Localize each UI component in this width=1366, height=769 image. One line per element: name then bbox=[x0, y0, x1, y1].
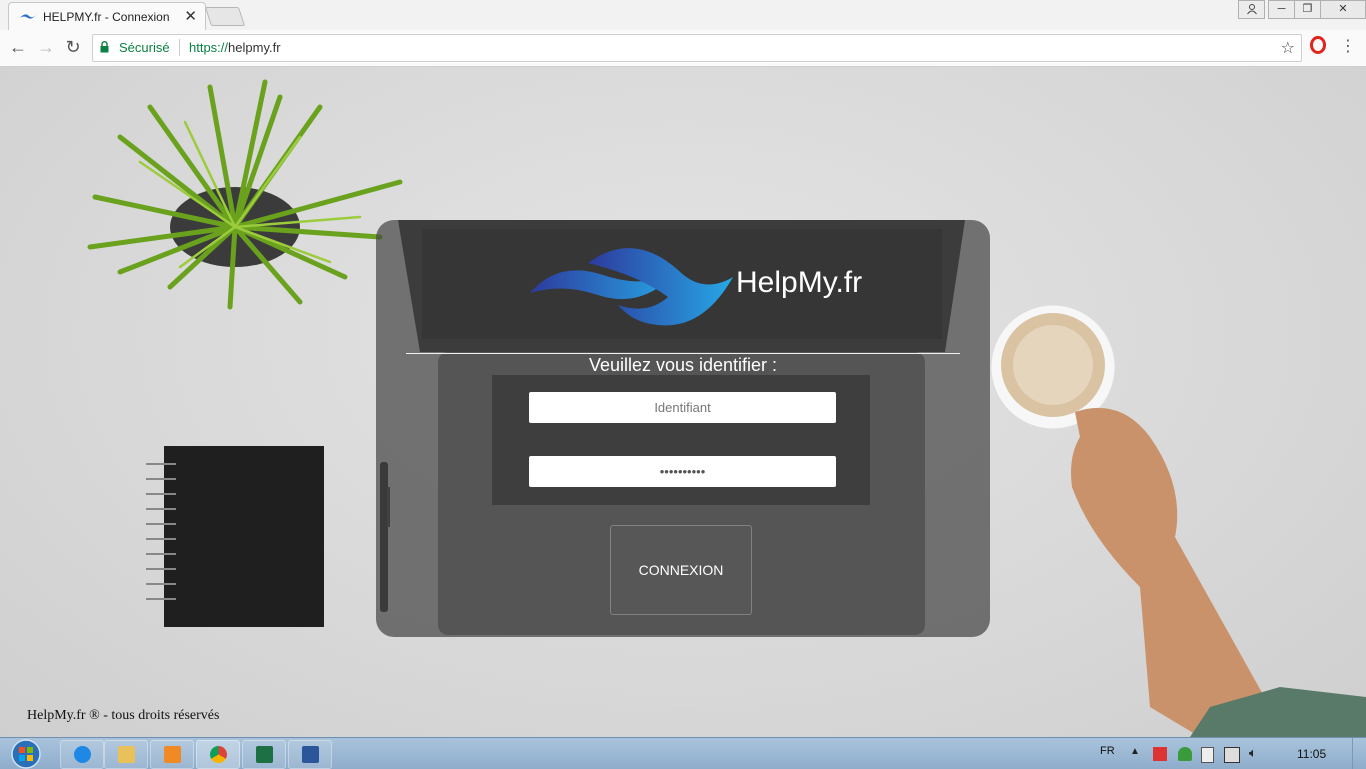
helpmy-favicon-icon bbox=[20, 14, 36, 19]
tab-strip: HELPMY.fr - Connexion ✕ ─ ❐ ✕ bbox=[0, 0, 1366, 31]
login-prompt: Veuillez vous identifier : bbox=[588, 355, 778, 375]
header-divider bbox=[406, 353, 960, 354]
tab-title: HELPMY.fr - Connexion bbox=[43, 10, 170, 24]
taskbar-word[interactable] bbox=[288, 740, 332, 769]
opera-extension-icon[interactable] bbox=[1310, 36, 1326, 54]
address-bar[interactable]: Sécurisé https://helpmy.fr ☆ bbox=[92, 34, 1302, 62]
brand-name: HelpMy.fr bbox=[736, 266, 863, 299]
chrome-icon bbox=[210, 746, 227, 763]
page-viewport: HelpMy.fr Veuillez vous identifier : CON… bbox=[0, 67, 1366, 737]
windows-start-icon[interactable] bbox=[6, 738, 46, 769]
lock-icon bbox=[100, 41, 109, 53]
network-icon[interactable] bbox=[1224, 747, 1240, 763]
profile-icon[interactable] bbox=[1238, 0, 1265, 19]
volume-icon[interactable]: 🔈︎ bbox=[1249, 745, 1263, 760]
taskbar-file-explorer[interactable] bbox=[104, 740, 148, 769]
system-clock[interactable]: 11:05 bbox=[1297, 747, 1326, 761]
excel-icon bbox=[256, 746, 273, 763]
plant-image bbox=[87, 79, 403, 310]
back-arrow-icon[interactable]: ← bbox=[8, 37, 28, 58]
url-text[interactable]: https://helpmy.fr bbox=[189, 40, 281, 55]
security-shield-icon[interactable] bbox=[1178, 747, 1192, 761]
taskbar-chrome[interactable] bbox=[196, 740, 240, 769]
language-indicator[interactable]: FR bbox=[1100, 745, 1115, 757]
action-center-icon[interactable] bbox=[1153, 747, 1167, 761]
close-window-button[interactable]: ✕ bbox=[1320, 0, 1366, 19]
close-tab-icon[interactable]: ✕ bbox=[184, 7, 197, 25]
show-desktop-button[interactable] bbox=[1352, 738, 1366, 769]
bookmark-star-icon[interactable]: ☆ bbox=[1281, 38, 1295, 58]
taskbar-media-player[interactable] bbox=[150, 740, 194, 769]
notebook-image bbox=[146, 446, 324, 627]
usb-device-icon[interactable] bbox=[1201, 747, 1214, 763]
connexion-button[interactable]: CONNEXION bbox=[610, 525, 752, 615]
windows-taskbar: FR ▲ 🔈︎ 11:05 bbox=[0, 737, 1366, 769]
restore-button[interactable]: ❐ bbox=[1294, 0, 1321, 19]
url-protocol: https:// bbox=[189, 40, 229, 55]
username-input[interactable] bbox=[529, 392, 836, 423]
security-label: Sécurisé bbox=[119, 40, 170, 55]
footer-copyright: HelpMy.fr ® - tous droits réservés bbox=[27, 708, 220, 723]
media-player-icon bbox=[164, 746, 181, 763]
reload-icon[interactable]: ↻ bbox=[63, 37, 83, 58]
taskbar-excel[interactable] bbox=[242, 740, 286, 769]
password-input[interactable] bbox=[529, 456, 836, 487]
helpmy-logo-icon bbox=[530, 248, 733, 326]
forward-arrow-icon[interactable]: → bbox=[36, 37, 56, 58]
internet-explorer-icon bbox=[74, 746, 91, 763]
new-tab-button[interactable] bbox=[204, 7, 246, 26]
show-hidden-icons-icon[interactable]: ▲ bbox=[1130, 746, 1144, 760]
word-icon bbox=[302, 746, 319, 763]
url-host: helpmy.fr bbox=[228, 40, 281, 55]
address-separator bbox=[179, 39, 180, 56]
taskbar-internet-explorer[interactable] bbox=[60, 740, 104, 769]
browser-toolbar: ← → ↻ Sécurisé https://helpmy.fr ☆ ⋮ bbox=[0, 30, 1366, 67]
browser-tab[interactable]: HELPMY.fr - Connexion ✕ bbox=[8, 2, 206, 31]
browser-menu-icon[interactable]: ⋮ bbox=[1340, 36, 1356, 56]
minimize-button[interactable]: ─ bbox=[1268, 0, 1295, 19]
hand-image bbox=[1071, 407, 1366, 737]
file-explorer-icon bbox=[118, 746, 135, 763]
